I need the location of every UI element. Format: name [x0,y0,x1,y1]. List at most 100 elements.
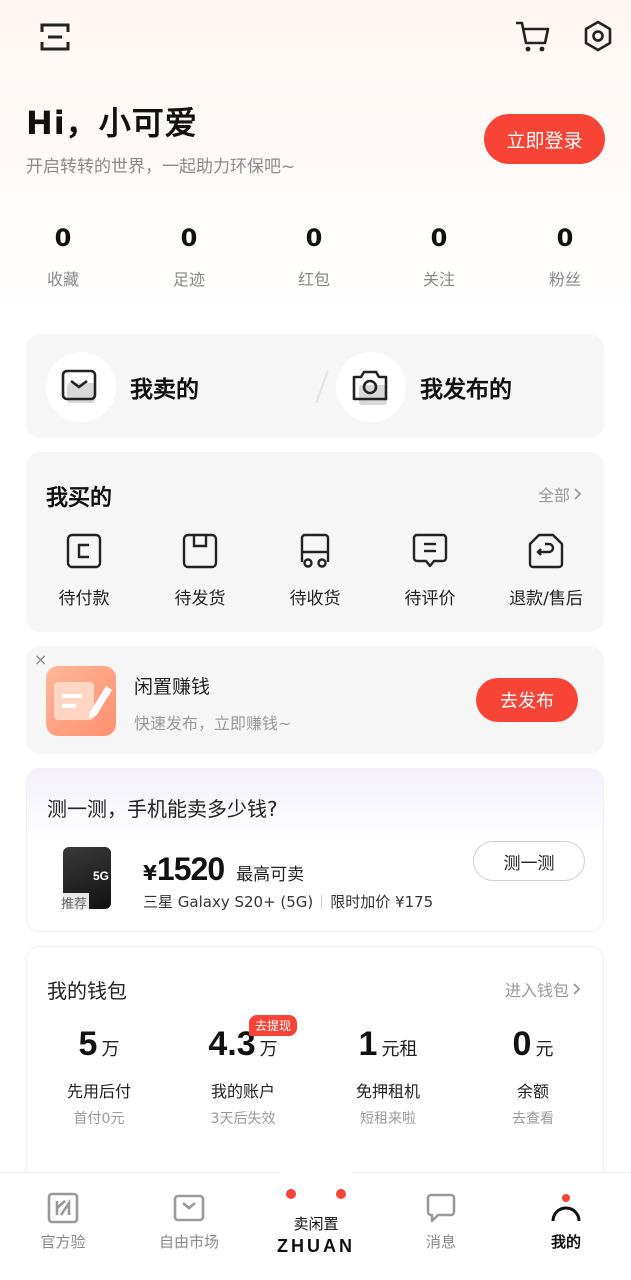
phone-valuation-title: 测一测，手机能卖多少钱? [47,797,278,821]
recommend-tag: 推荐 [59,893,90,912]
box-icon [182,533,218,569]
stat-value: 0 [305,224,323,252]
bought-all-link[interactable]: 全部 [538,482,584,506]
stat-value: 0 [556,224,574,252]
my-sold-button[interactable]: 我卖的 [46,352,199,422]
tab-label: 消息 [425,1233,456,1251]
wallet-rent[interactable]: 1 元租 免押租机 短租来啦 [318,1025,458,1128]
sell-dots-icon [258,1183,374,1209]
idle-title: 闲置赚钱 [134,676,211,698]
my-published-button[interactable]: 我发布的 [336,352,512,422]
stat-label: 关注 [422,270,455,289]
wallet-value: 0 元 [463,1025,603,1064]
sold-bag-icon [46,352,116,422]
sell-card: 我卖的 我发布的 [26,334,604,438]
wallet-number: 5 [78,1025,98,1063]
order-label: 待评价 [404,589,456,609]
tab-label: 官方验 [40,1233,86,1251]
wallet-card: 我的钱包 进入钱包 5 万 先用后付 首付0元 4.3 万 我的账户 3天后失效 [26,946,604,1186]
bought-card: 我买的 全部 待付款 待发货 待收货 待评价 退款/售后 [26,452,604,632]
chevron-right-icon [573,983,581,995]
top-bar [0,0,631,80]
wallet-sub: 去查看 [512,1111,554,1127]
official-verify-icon [47,1192,79,1224]
idle-subtitle: 快速发布，立即赚钱~ [134,714,292,733]
stat-label: 红包 [297,270,330,289]
price-currency: ¥ [143,861,157,885]
stat-favorites[interactable]: 0 收藏 [13,224,113,290]
order-pending-shipment[interactable]: 待发货 [145,532,255,609]
profile-icon [551,1194,581,1222]
order-label: 待付款 [58,589,110,609]
wallet-label: 我的账户 [210,1082,275,1101]
publish-button[interactable]: 去发布 [476,678,578,722]
bought-all-label: 全部 [537,486,570,505]
sell-divider [315,370,329,404]
return-icon [528,533,564,569]
idle-illustration [46,666,116,736]
cart-icon[interactable] [510,14,554,58]
stat-coupons[interactable]: 0 红包 [264,224,364,290]
truck-icon [300,533,330,568]
wallet-sub: 首付0元 [73,1111,125,1127]
wallet-unit: 元 [535,1039,554,1060]
order-label: 待收货 [289,589,341,609]
order-label: 待发货 [174,589,226,609]
tab-mine[interactable]: 我的 [516,1191,616,1252]
stat-label: 收藏 [46,270,79,289]
phone-model: 三星 Galaxy S20+ (5G) [143,893,314,911]
wallet-pay-later[interactable]: 5 万 先用后付 首付0元 [29,1025,169,1128]
stats-row: 0 收藏 0 足迹 0 红包 0 关注 0 粉丝 [0,224,631,304]
settings-icon[interactable] [576,14,620,58]
phone-model-line: 三星 Galaxy S20+ (5G) 限时加价 ¥175 [143,891,433,912]
scan-icon[interactable] [34,16,76,58]
price-label: 最高可卖 [236,865,305,885]
wallet-title: 我的钱包 [47,979,127,1003]
tab-official[interactable]: 官方验 [13,1191,113,1252]
tab-messages[interactable]: 消息 [391,1191,491,1252]
stat-value: 0 [54,224,72,252]
greeting-title: Hi，小可爱 [26,104,198,142]
camera-icon [336,352,406,422]
market-icon [173,1194,205,1222]
wallet-label: 先用后付 [66,1082,131,1101]
login-button[interactable]: 立即登录 [484,114,605,164]
separator [321,894,323,909]
order-refund[interactable]: 退款/售后 [491,532,601,609]
stat-value: 0 [180,224,198,252]
stat-label: 粉丝 [548,270,581,289]
tab-label: 我的 [550,1233,581,1251]
stat-history[interactable]: 0 足迹 [139,224,239,290]
test-price-button[interactable]: 测一测 [473,841,585,881]
tab-label: 卖闲置 [293,1215,339,1233]
order-pending-review[interactable]: 待评价 [375,532,485,609]
wallet-unit: 元租 [381,1039,418,1060]
price-value: 1520 [156,851,225,887]
tab-sell[interactable]: 卖闲置 ZHUAN [258,1183,374,1257]
stat-following[interactable]: 0 关注 [389,224,489,290]
wallet-balance[interactable]: 0 元 余额 去查看 [463,1025,603,1128]
wallet-label: 免押租机 [355,1082,420,1101]
enter-wallet-link[interactable]: 进入钱包 [505,977,583,1001]
wallet-number: 0 [512,1025,532,1063]
wallet-sub: 短租来啦 [360,1111,416,1127]
stat-value: 0 [430,224,448,252]
order-pending-payment[interactable]: 待付款 [29,532,139,609]
bottom-tab-bar: 官方验 自由市场 卖闲置 ZHUAN 消息 我的 [0,1153,631,1280]
order-pending-receipt[interactable]: 待收货 [260,532,370,609]
wallet-account[interactable]: 4.3 万 我的账户 3天后失效 [173,1025,313,1128]
wallet-value: 1 元租 [318,1025,458,1064]
order-label: 退款/售后 [509,589,583,609]
tab-market[interactable]: 自由市场 [139,1191,239,1252]
chevron-right-icon [574,488,582,500]
phone-5g-badge: 5G [92,869,109,883]
wallet-unit: 万 [101,1039,120,1060]
enter-wallet-label: 进入钱包 [504,981,569,1000]
withdraw-badge[interactable]: 去提现 [249,1015,298,1036]
wallet-unit: 万 [259,1039,278,1060]
message-icon [426,1193,456,1223]
idle-earn-card: × 闲置赚钱 快速发布，立即赚钱~ 去发布 [26,646,604,754]
wallet-icon [66,533,102,569]
stat-followers[interactable]: 0 粉丝 [515,224,615,290]
brand-logo: ZHUAN [277,1236,355,1256]
